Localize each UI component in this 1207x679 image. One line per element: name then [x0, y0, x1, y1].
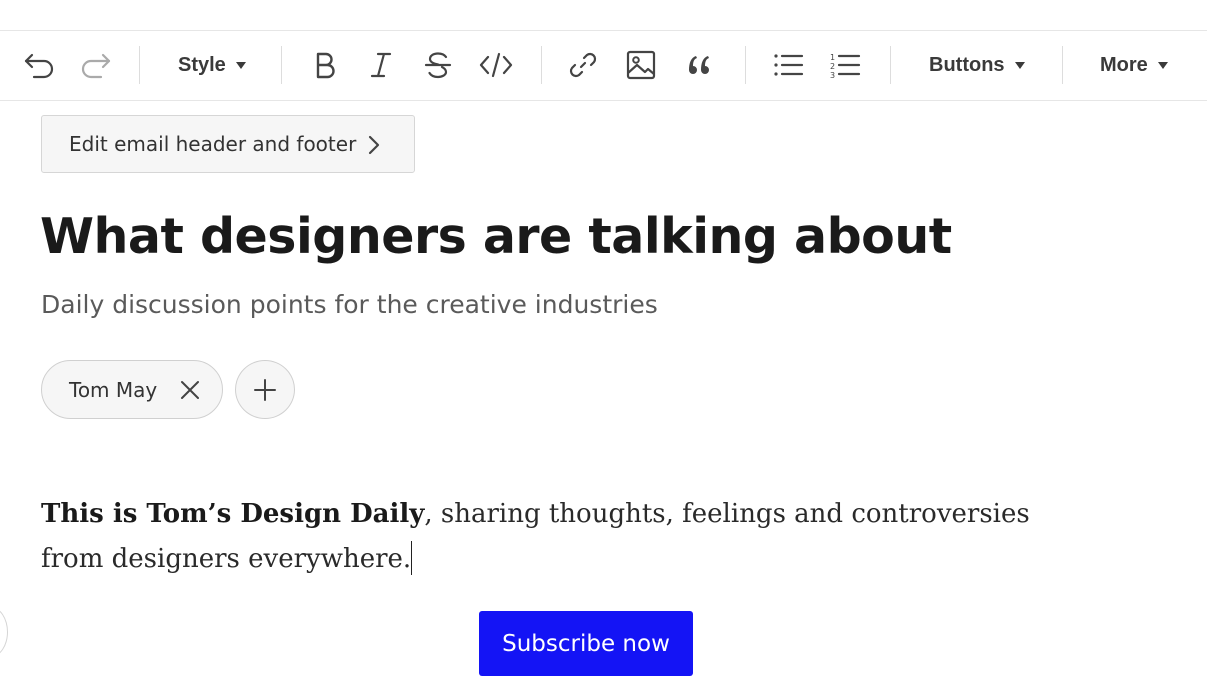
style-dropdown-label: Style [178, 53, 226, 76]
toolbar-separator [890, 46, 891, 84]
svg-text:2: 2 [830, 62, 835, 71]
bold-icon[interactable] [304, 45, 344, 85]
plus-icon [254, 378, 276, 401]
svg-text:1: 1 [830, 53, 835, 62]
remove-author-icon[interactable] [180, 380, 200, 405]
body-paragraph[interactable]: This is Tom’s Design Daily, sharing thou… [41, 492, 1051, 582]
buttons-dropdown[interactable]: Buttons [929, 45, 1025, 85]
toolbar-separator [1062, 46, 1063, 84]
more-dropdown-label: More [1100, 53, 1148, 76]
post-subtitle[interactable]: Daily discussion points for the creative… [41, 290, 658, 319]
bullet-list-icon[interactable] [768, 45, 808, 85]
style-dropdown[interactable]: Style [178, 45, 246, 85]
caret-down-icon [235, 61, 246, 69]
italic-icon[interactable] [361, 45, 401, 85]
edit-header-footer-label: Edit email header and footer [69, 132, 357, 156]
toolbar-separator [139, 46, 140, 84]
editor-toolbar: Style 123 Buttons More [0, 31, 1207, 101]
caret-down-icon [1157, 61, 1168, 69]
author-chip: Tom May [41, 360, 223, 419]
top-strip [0, 0, 1207, 31]
code-icon[interactable] [476, 45, 516, 85]
caret-down-icon [1014, 61, 1025, 69]
block-handle[interactable] [0, 607, 8, 657]
toolbar-separator [745, 46, 746, 84]
more-dropdown[interactable]: More [1100, 45, 1168, 85]
subscribe-button[interactable]: Subscribe now [479, 611, 693, 676]
undo-icon[interactable] [19, 45, 59, 85]
image-icon[interactable] [621, 45, 661, 85]
svg-text:3: 3 [830, 71, 835, 80]
author-name: Tom May [69, 377, 158, 402]
add-author-button[interactable] [235, 360, 295, 419]
strikethrough-icon[interactable] [418, 45, 458, 85]
edit-header-footer-button[interactable]: Edit email header and footer [41, 115, 415, 173]
body-bold-text: This is Tom’s Design Daily [41, 499, 425, 529]
numbered-list-icon[interactable]: 123 [825, 45, 865, 85]
link-icon[interactable] [563, 45, 603, 85]
blockquote-icon[interactable] [679, 45, 719, 85]
toolbar-separator [541, 46, 542, 84]
post-title[interactable]: What designers are talking about [40, 208, 952, 265]
toolbar-separator [281, 46, 282, 84]
redo-icon[interactable] [76, 45, 116, 85]
chevron-right-icon [368, 135, 380, 160]
buttons-dropdown-label: Buttons [929, 53, 1005, 76]
text-cursor [411, 541, 413, 575]
